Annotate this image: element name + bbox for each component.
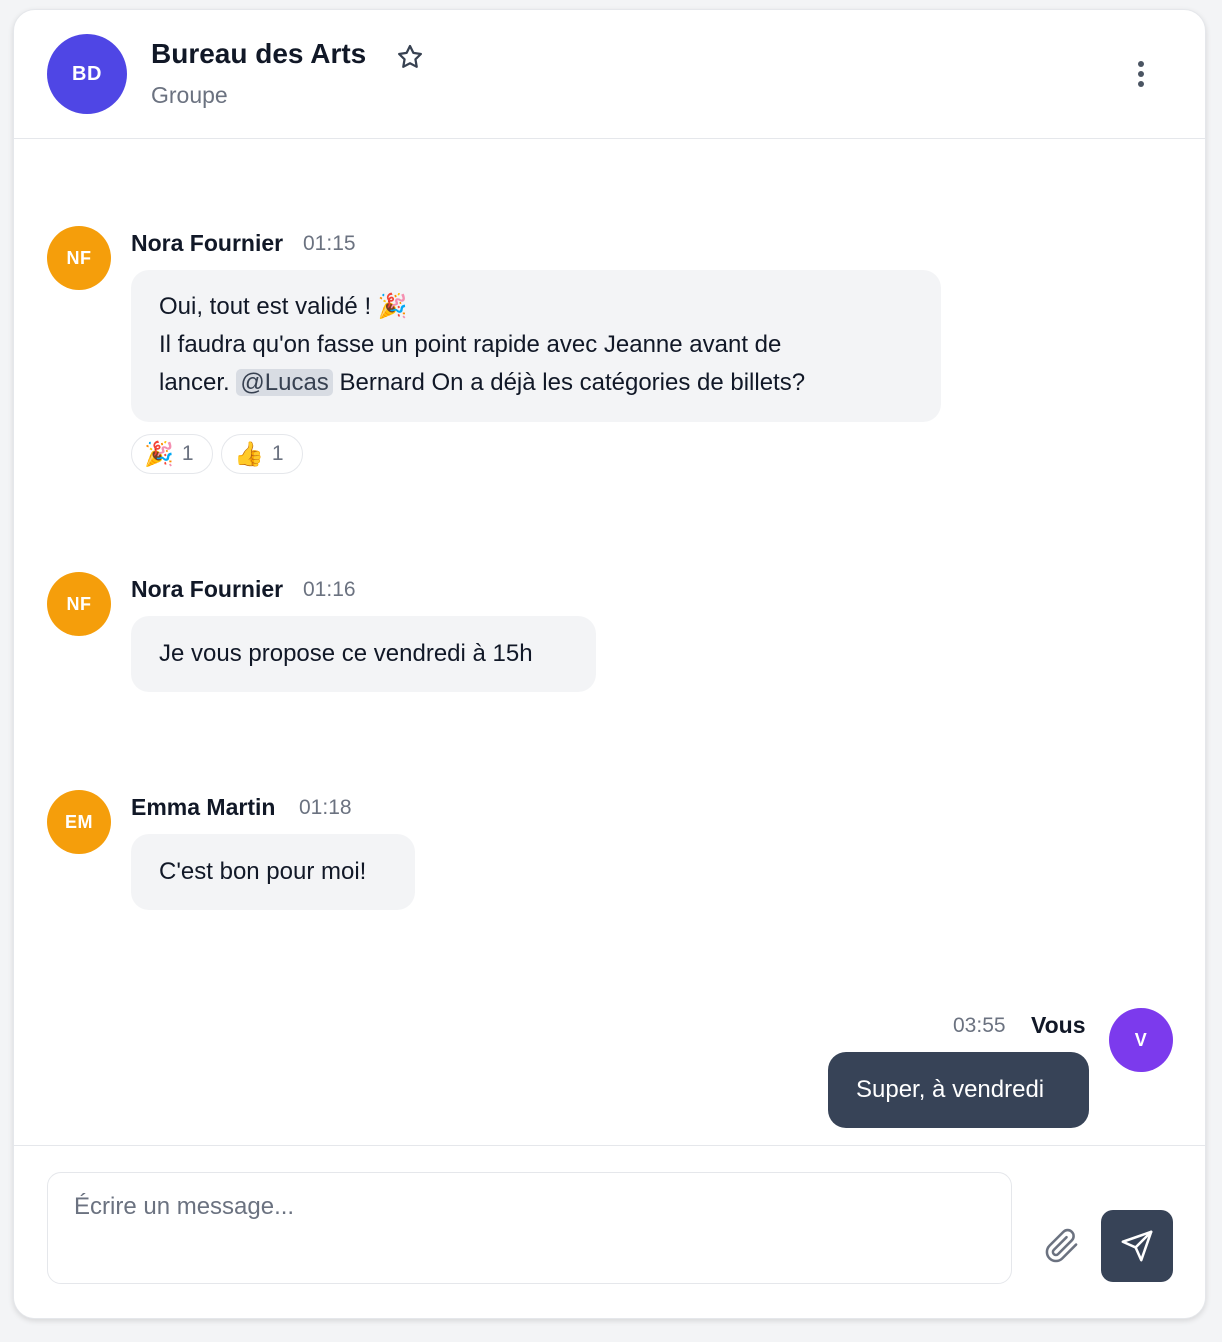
sender-avatar[interactable]: NF	[47, 226, 111, 290]
send-icon	[1121, 1230, 1153, 1262]
group-title: Bureau des Arts	[151, 38, 367, 69]
send-button[interactable]	[1101, 1210, 1173, 1282]
thumbs-up-icon: 👍	[234, 440, 264, 468]
group-avatar[interactable]: BD	[47, 34, 127, 114]
message-time: 01:16	[303, 578, 356, 601]
reaction-count: 1	[271, 442, 284, 465]
message-bubble: C'est bon pour moi!	[131, 834, 415, 910]
message-text-line: Il faudra qu'on fasse un point rapide av…	[159, 331, 782, 358]
own-avatar[interactable]: V	[1109, 1008, 1173, 1072]
message-text: Je vous propose ce vendredi à 15h	[159, 640, 533, 667]
reaction-party[interactable]: 🎉 1	[131, 434, 213, 474]
user-mention[interactable]: @Lucas	[236, 369, 333, 396]
message-bubble: Oui, tout est validé ! 🎉 Il faudra qu'on…	[131, 270, 941, 422]
message-time: 01:15	[303, 232, 356, 255]
message-input[interactable]	[47, 1172, 1012, 1284]
sender-name: Nora Fournier	[131, 576, 284, 602]
message-text-line: Oui, tout est validé ! 🎉	[159, 293, 408, 320]
message-composer	[14, 1145, 1205, 1318]
sender-name: Vous	[1031, 1012, 1086, 1038]
message-text-line: lancer. @Lucas Bernard On a déjà les cat…	[159, 364, 913, 402]
message-bubble: Je vous propose ce vendredi à 15h	[131, 616, 596, 692]
group-type-label: Groupe	[151, 82, 228, 108]
more-options-icon[interactable]	[1127, 56, 1155, 92]
reaction-thumbs-up[interactable]: 👍 1	[221, 434, 303, 474]
sender-avatar[interactable]: NF	[47, 572, 111, 636]
message-text: C'est bon pour moi!	[159, 858, 367, 885]
message-time: 01:18	[299, 796, 352, 819]
sender-avatar[interactable]: EM	[47, 790, 111, 854]
chat-header: BD Bureau des Arts Groupe	[14, 10, 1205, 139]
message-time: 03:55	[953, 1014, 1006, 1037]
message-text-segment: Bernard On a déjà les catégories de bill…	[332, 369, 806, 396]
message-text-segment: lancer.	[159, 369, 237, 396]
own-message-bubble: Super, à vendredi	[828, 1052, 1089, 1128]
sender-name: Emma Martin	[131, 794, 276, 820]
paperclip-icon[interactable]	[1044, 1228, 1080, 1264]
sender-name: Nora Fournier	[131, 230, 284, 256]
chat-window: BD Bureau des Arts Groupe NF Nora Fourni…	[13, 9, 1206, 1319]
party-popper-icon: 🎉	[144, 440, 174, 468]
reaction-count: 1	[181, 442, 194, 465]
message-text: Super, à vendredi	[856, 1076, 1045, 1103]
star-icon[interactable]	[395, 42, 425, 72]
